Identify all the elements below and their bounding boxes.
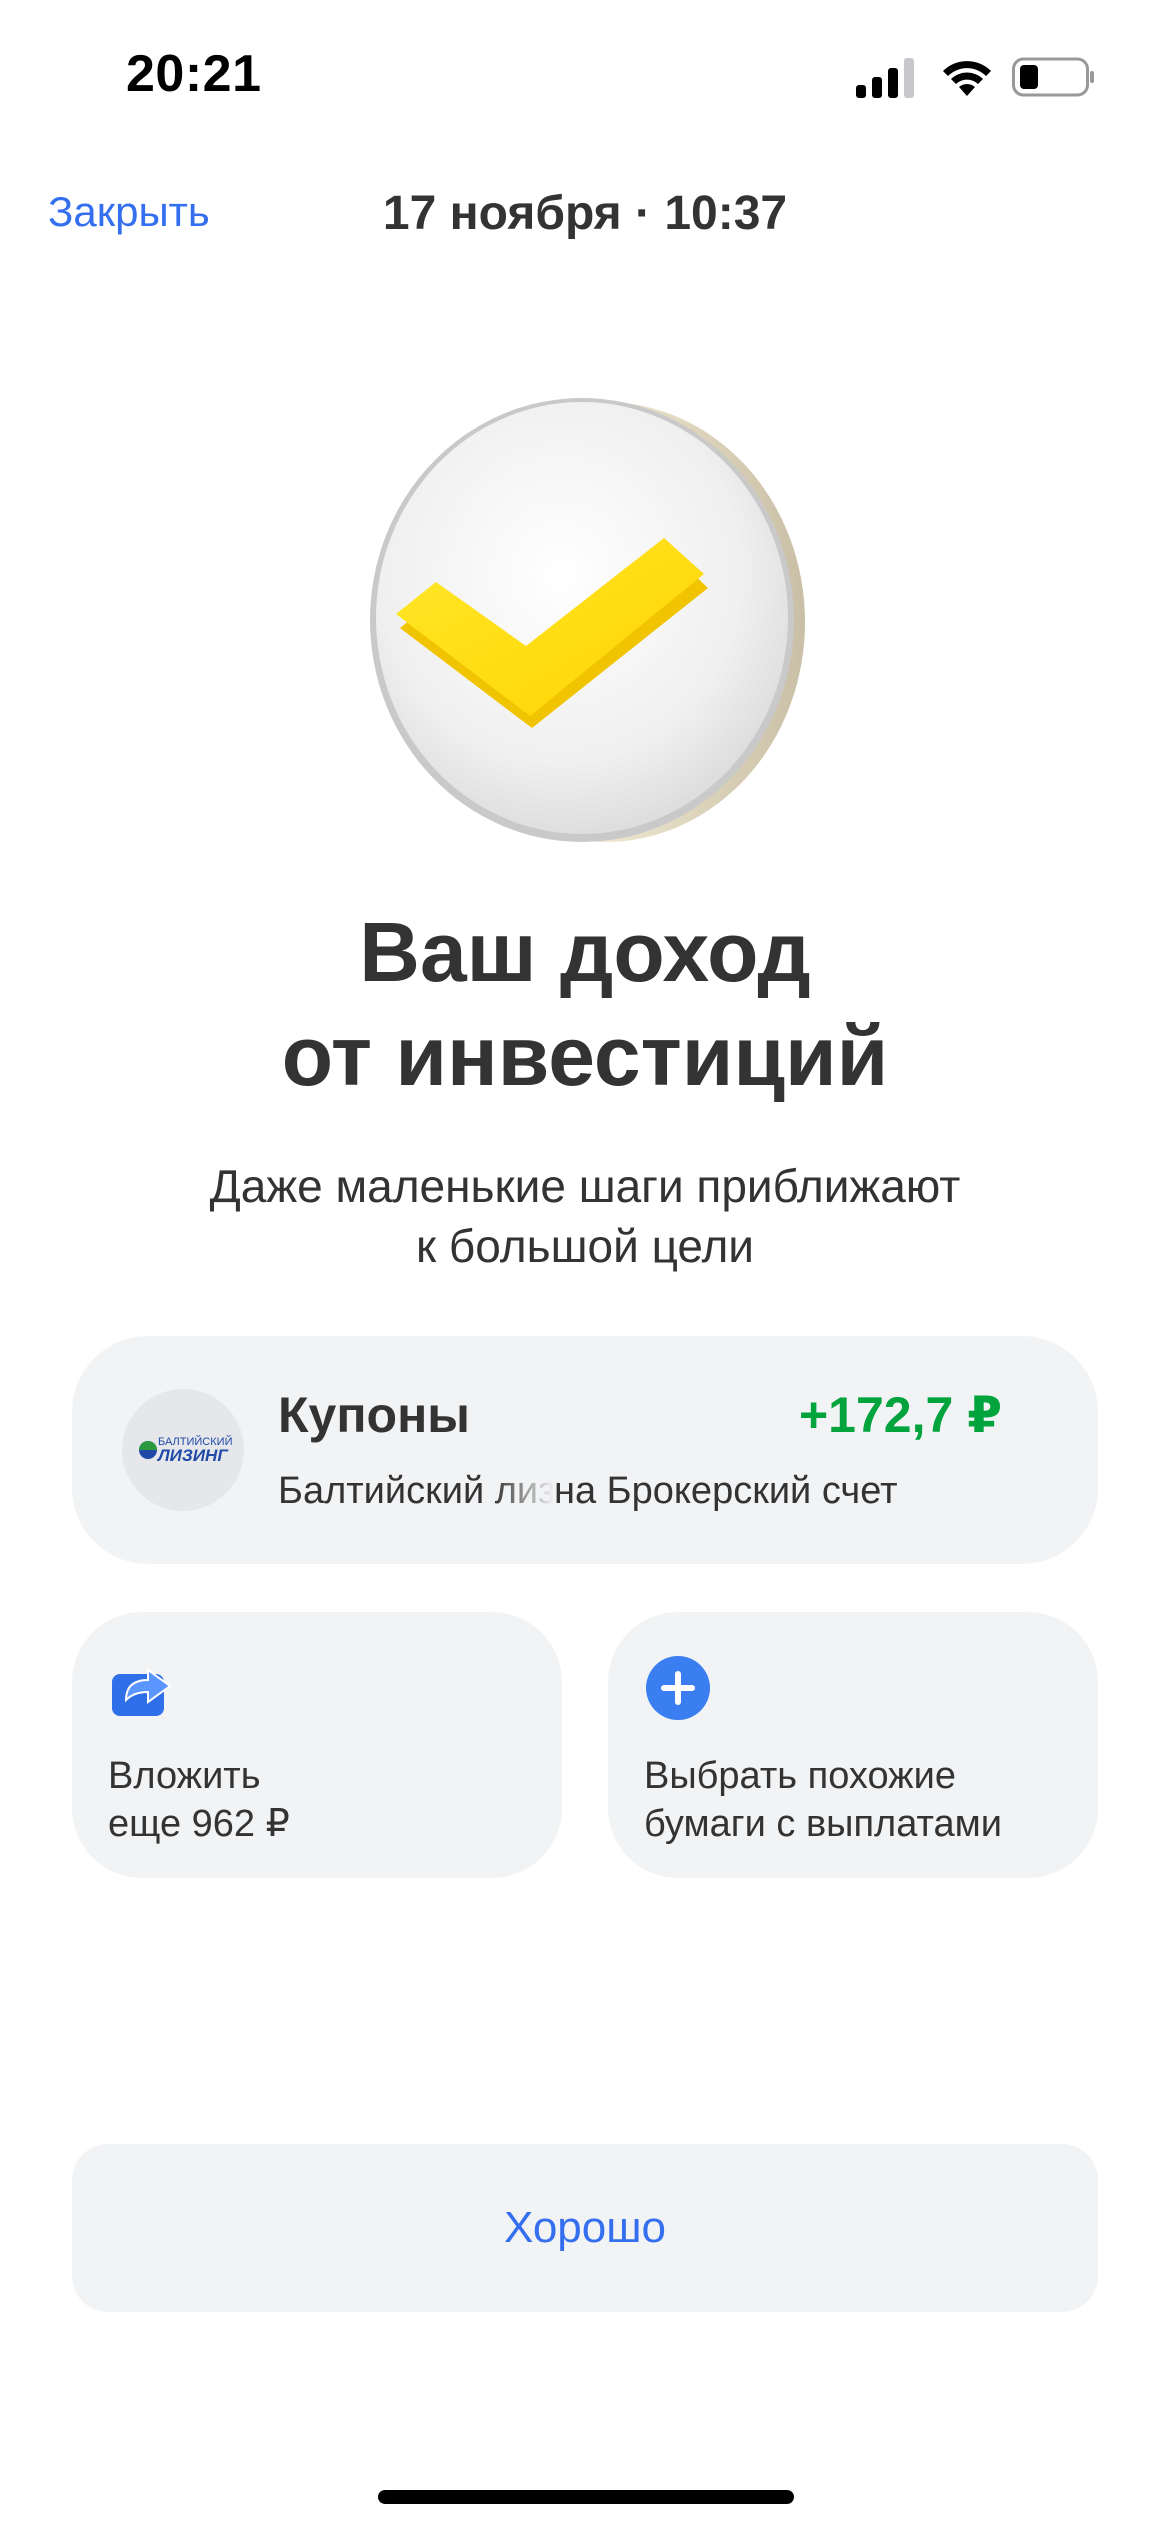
baltic-leasing-logo-mark: БАЛТИЙСКИЙ ЛИЗИНГ [139, 1435, 232, 1465]
invest-more-line-2: еще 962 ₽ [108, 1803, 290, 1845]
plus-circle-icon [646, 1656, 710, 1720]
coupon-card[interactable]: БАЛТИЙСКИЙ ЛИЗИНГ Купоны +172,7 ₽ Балтий… [72, 1336, 1098, 1564]
coupon-description: Балтийский лизингна Брокерский счет [278, 1470, 897, 1513]
invest-more-line-1: Вложить [108, 1755, 261, 1797]
subtitle-line-1: Даже маленькие шаги приближают [209, 1160, 961, 1212]
page-date: 17 ноября · 10:37 [382, 187, 788, 240]
invest-more-label: Вложить еще 962 ₽ [108, 1752, 290, 1848]
success-checkmark-coin-icon [370, 398, 805, 842]
cellular-signal-icon [856, 58, 914, 98]
coupon-destination: на Брокерский счет [554, 1470, 898, 1512]
choose-similar-line-1: Выбрать похожие [644, 1755, 956, 1797]
battery-icon [1012, 57, 1094, 97]
coupon-title: Купоны [278, 1387, 470, 1443]
choose-similar-label: Выбрать похожие бумаги с выплатами [644, 1752, 1002, 1848]
status-bar: 20:21 [0, 0, 1170, 150]
share-arrow-icon [112, 1668, 172, 1716]
status-time: 20:21 [126, 45, 262, 103]
invest-more-button[interactable]: Вложить еще 962 ₽ [72, 1612, 562, 1878]
title-line-2: от инвестиций [281, 1009, 889, 1103]
title-line-1: Ваш доход [359, 905, 811, 999]
coupon-amount: +172,7 ₽ [798, 1387, 1002, 1443]
choose-similar-line-2: бумаги с выплатами [644, 1803, 1002, 1845]
subtitle-line-2: к большой цели [415, 1220, 754, 1272]
choose-similar-button[interactable]: Выбрать похожие бумаги с выплатами [608, 1612, 1098, 1878]
page-subtitle: Даже маленькие шаги приближают к большой… [0, 1156, 1170, 1276]
page-title: Ваш доход от инвестиций [0, 900, 1170, 1108]
wifi-icon [943, 61, 991, 96]
coupon-issuer: Балтийский лизинг [278, 1470, 554, 1512]
logo-text-bottom: ЛИЗИНГ [156, 1446, 229, 1465]
ok-button[interactable]: Хорошо [72, 2144, 1098, 2312]
baltic-leasing-logo: БАЛТИЙСКИЙ ЛИЗИНГ [122, 1389, 244, 1511]
home-indicator[interactable] [378, 2490, 794, 2504]
